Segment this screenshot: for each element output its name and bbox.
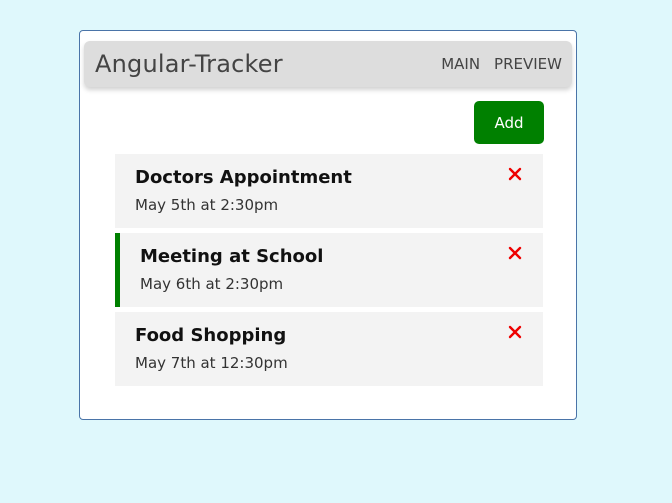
nav-preview-link[interactable]: PREVIEW [494, 55, 562, 73]
task-title: Doctors Appointment [135, 167, 352, 188]
app-title: Angular-Tracker [95, 50, 283, 78]
nav-bar: MAIN PREVIEW [441, 55, 562, 73]
task-item-reminder[interactable]: Meeting at School May 6th at 2:30pm [115, 233, 543, 307]
close-icon[interactable] [507, 166, 523, 182]
add-task-button[interactable]: Add [474, 101, 544, 144]
task-date: May 5th at 2:30pm [135, 196, 279, 214]
task-item[interactable]: Food Shopping May 7th at 12:30pm [115, 312, 543, 386]
task-date: May 7th at 12:30pm [135, 354, 288, 372]
tracker-card: Angular-Tracker MAIN PREVIEW Add Doctors… [79, 30, 577, 420]
task-item[interactable]: Doctors Appointment May 5th at 2:30pm [115, 154, 543, 228]
close-icon[interactable] [507, 245, 523, 261]
task-date: May 6th at 2:30pm [140, 275, 284, 293]
app-header: Angular-Tracker MAIN PREVIEW [84, 41, 572, 87]
nav-main-link[interactable]: MAIN [441, 55, 480, 73]
task-title: Meeting at School [140, 246, 324, 267]
close-icon[interactable] [507, 324, 523, 340]
task-title: Food Shopping [135, 325, 287, 346]
